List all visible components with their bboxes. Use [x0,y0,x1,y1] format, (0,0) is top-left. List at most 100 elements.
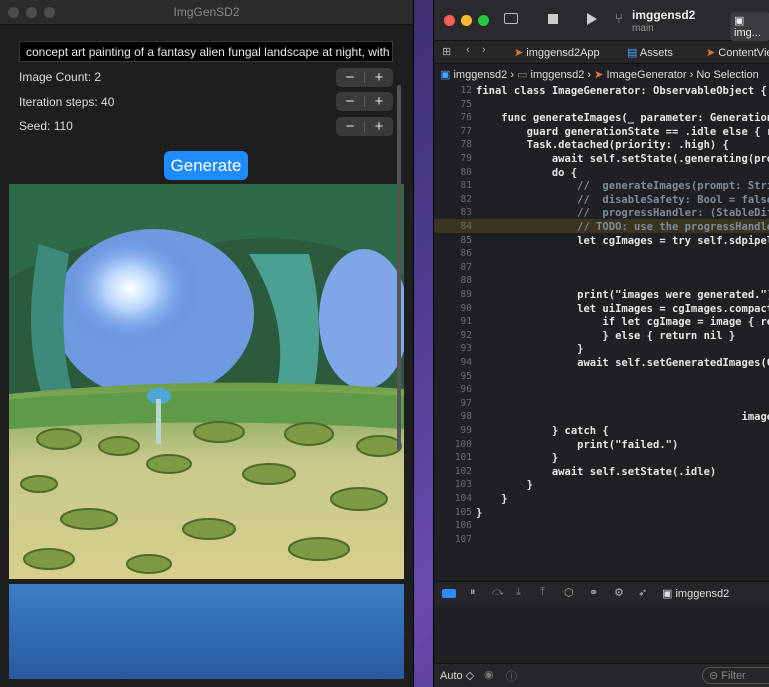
breadcrumb-selection[interactable]: No Selection [696,69,758,81]
debug-bar: ⏸ ⤼ ⤓ ⤒ ⬡ ⚭ ⚙ ➶ ▣ imggensd2 [434,581,769,606]
tab-imggensd2app[interactable]: ➤ imggensd2App [514,46,600,59]
increment-image-count-button[interactable]: + [365,68,393,87]
code-line: await self.setState(.idle) [476,465,717,478]
location-icon[interactable]: ➶ [638,586,647,599]
code-line: // progressHandler: (StableDiffus [476,207,769,220]
code-line: do { [476,166,578,179]
code-line: } [476,506,483,519]
line-number: 76 [460,112,472,124]
back-chevron-icon[interactable]: ‹ [466,44,470,56]
folder-icon: ▭ [517,69,528,81]
auto-selector[interactable]: Auto ◇ [440,669,474,682]
imggen-app-window: ImgGenSD2 concept art painting of a fant… [0,0,414,687]
line-number: 105 [454,506,472,518]
minimize-button[interactable] [461,15,472,26]
tab-contentview[interactable]: ➤ ContentView [706,46,769,59]
breadcrumb-project[interactable]: imggensd2 [453,69,507,81]
run-destination[interactable]: ▣ img... [730,12,769,41]
line-number: 104 [454,493,472,504]
memory-graph-icon[interactable]: ⚭ [589,586,598,599]
project-icon: ▣ [440,69,451,81]
line-number: 94 [460,357,472,368]
seed-stepper[interactable]: − + [336,117,393,136]
tab-assets[interactable]: ▤ Assets [627,46,673,59]
tab-label: ContentView [718,47,769,59]
editor-tab-bar: ⊞ ‹ › ➤ imggensd2App ▤ Assets ➤ ContentV… [434,41,769,64]
run-destination-label: img... [734,27,761,39]
decrement-iteration-button[interactable]: − [336,92,364,111]
environment-icon[interactable]: ⚙ [614,586,624,599]
increment-seed-button[interactable]: + [365,117,393,136]
xcode-toolbar: ⑂ imggensd2 main ▣ img... [434,0,769,41]
generate-button[interactable]: Generate [164,151,248,180]
code-line: } [476,452,559,465]
line-number: 97 [460,397,472,409]
swift-icon: ➤ [706,47,716,59]
code-line: final class ImageGenerator: ObservableOb… [476,85,767,97]
image-count-stepper[interactable]: − + [336,68,393,87]
line-number: 75 [460,98,472,110]
line-number: 93 [460,343,472,355]
scrollbar[interactable] [397,85,401,450]
increment-iteration-button[interactable]: + [365,92,393,111]
zoom-button[interactable] [478,15,489,26]
xcode-window: ⑂ imggensd2 main ▣ img... ⊞ ‹ › ➤ imggen… [433,0,769,687]
line-number: 80 [460,166,472,178]
line-number: 89 [460,289,472,300]
debug-target[interactable]: ▣ imggensd2 [662,587,729,600]
code-editor[interactable]: 12 final class ImageGenerator: Observable… [434,84,769,580]
code-line: // disableSafety: Bool = false, [476,193,769,206]
branch-icon: ⑂ [615,11,623,26]
decrement-image-count-button[interactable]: − [336,68,364,87]
close-button[interactable] [444,15,455,26]
scheme-name[interactable]: imggensd2 [632,8,695,22]
line-number: 88 [460,275,472,287]
pause-icon[interactable]: ⏸ [470,586,476,599]
eye-icon[interactable]: ◉ [484,668,494,681]
line-number: 82 [460,193,472,205]
fungal-landscape-illustration [9,184,404,579]
line-number: 81 [460,180,472,192]
code-line: } [476,343,584,356]
view-hierarchy-icon[interactable]: ⬡ [564,586,574,599]
image-count-label: Image Count: 2 [19,70,102,84]
filter-placeholder: Filter [721,670,746,682]
breadcrumb-file[interactable]: ImageGenerator [606,69,686,81]
decrement-seed-button[interactable]: − [336,117,364,136]
line-number: 101 [454,452,472,464]
line-number: 12 [460,85,472,96]
generated-image-2 [9,584,404,679]
line-number: 100 [454,438,472,450]
forward-chevron-icon[interactable]: › [482,44,486,56]
code-line: // generateImages(prompt: String, [476,180,769,193]
breadcrumb[interactable]: ▣ imggensd2 › ▭ imggensd2 › ➤ ImageGener… [440,68,759,81]
breadcrumb-folder[interactable]: imggensd2 [531,69,585,81]
run-icon[interactable] [587,13,597,25]
line-number: 85 [460,234,472,246]
filter-field[interactable]: ⊝ Filter [702,667,769,684]
generated-image-1 [9,184,404,579]
grid-icon[interactable]: ⊞ [442,45,451,58]
step-out-icon[interactable]: ⤒ [540,586,545,599]
step-in-icon[interactable]: ⤓ [516,586,521,599]
code-line: } catch { [476,425,609,437]
branch-name: main [632,23,654,34]
seed-label: Seed: 110 [19,119,73,133]
debug-target-label: imggensd2 [675,588,730,600]
code-line: guard generationState == .idle else { re… [476,125,769,138]
app-titlebar: ImgGenSD2 [0,0,413,25]
line-number: 87 [460,261,472,273]
sidebar-toggle-icon[interactable] [504,13,518,24]
console-toggle-icon[interactable] [442,589,456,598]
iteration-steps-stepper[interactable]: − + [336,92,393,111]
code-line: print("failed.") [476,438,679,451]
step-over-icon[interactable]: ⤼ [492,586,504,599]
jump-bar: ▣ imggensd2 › ▭ imggensd2 › ➤ ImageGener… [434,64,769,85]
prompt-field[interactable]: concept art painting of a fantasy alien … [19,41,393,62]
info-icon[interactable]: ⓘ [506,668,517,684]
line-number: 99 [460,425,472,436]
line-number: 84 [460,221,472,232]
line-number: 107 [454,533,472,545]
stop-icon[interactable] [548,14,558,24]
swift-icon: ➤ [514,47,524,59]
